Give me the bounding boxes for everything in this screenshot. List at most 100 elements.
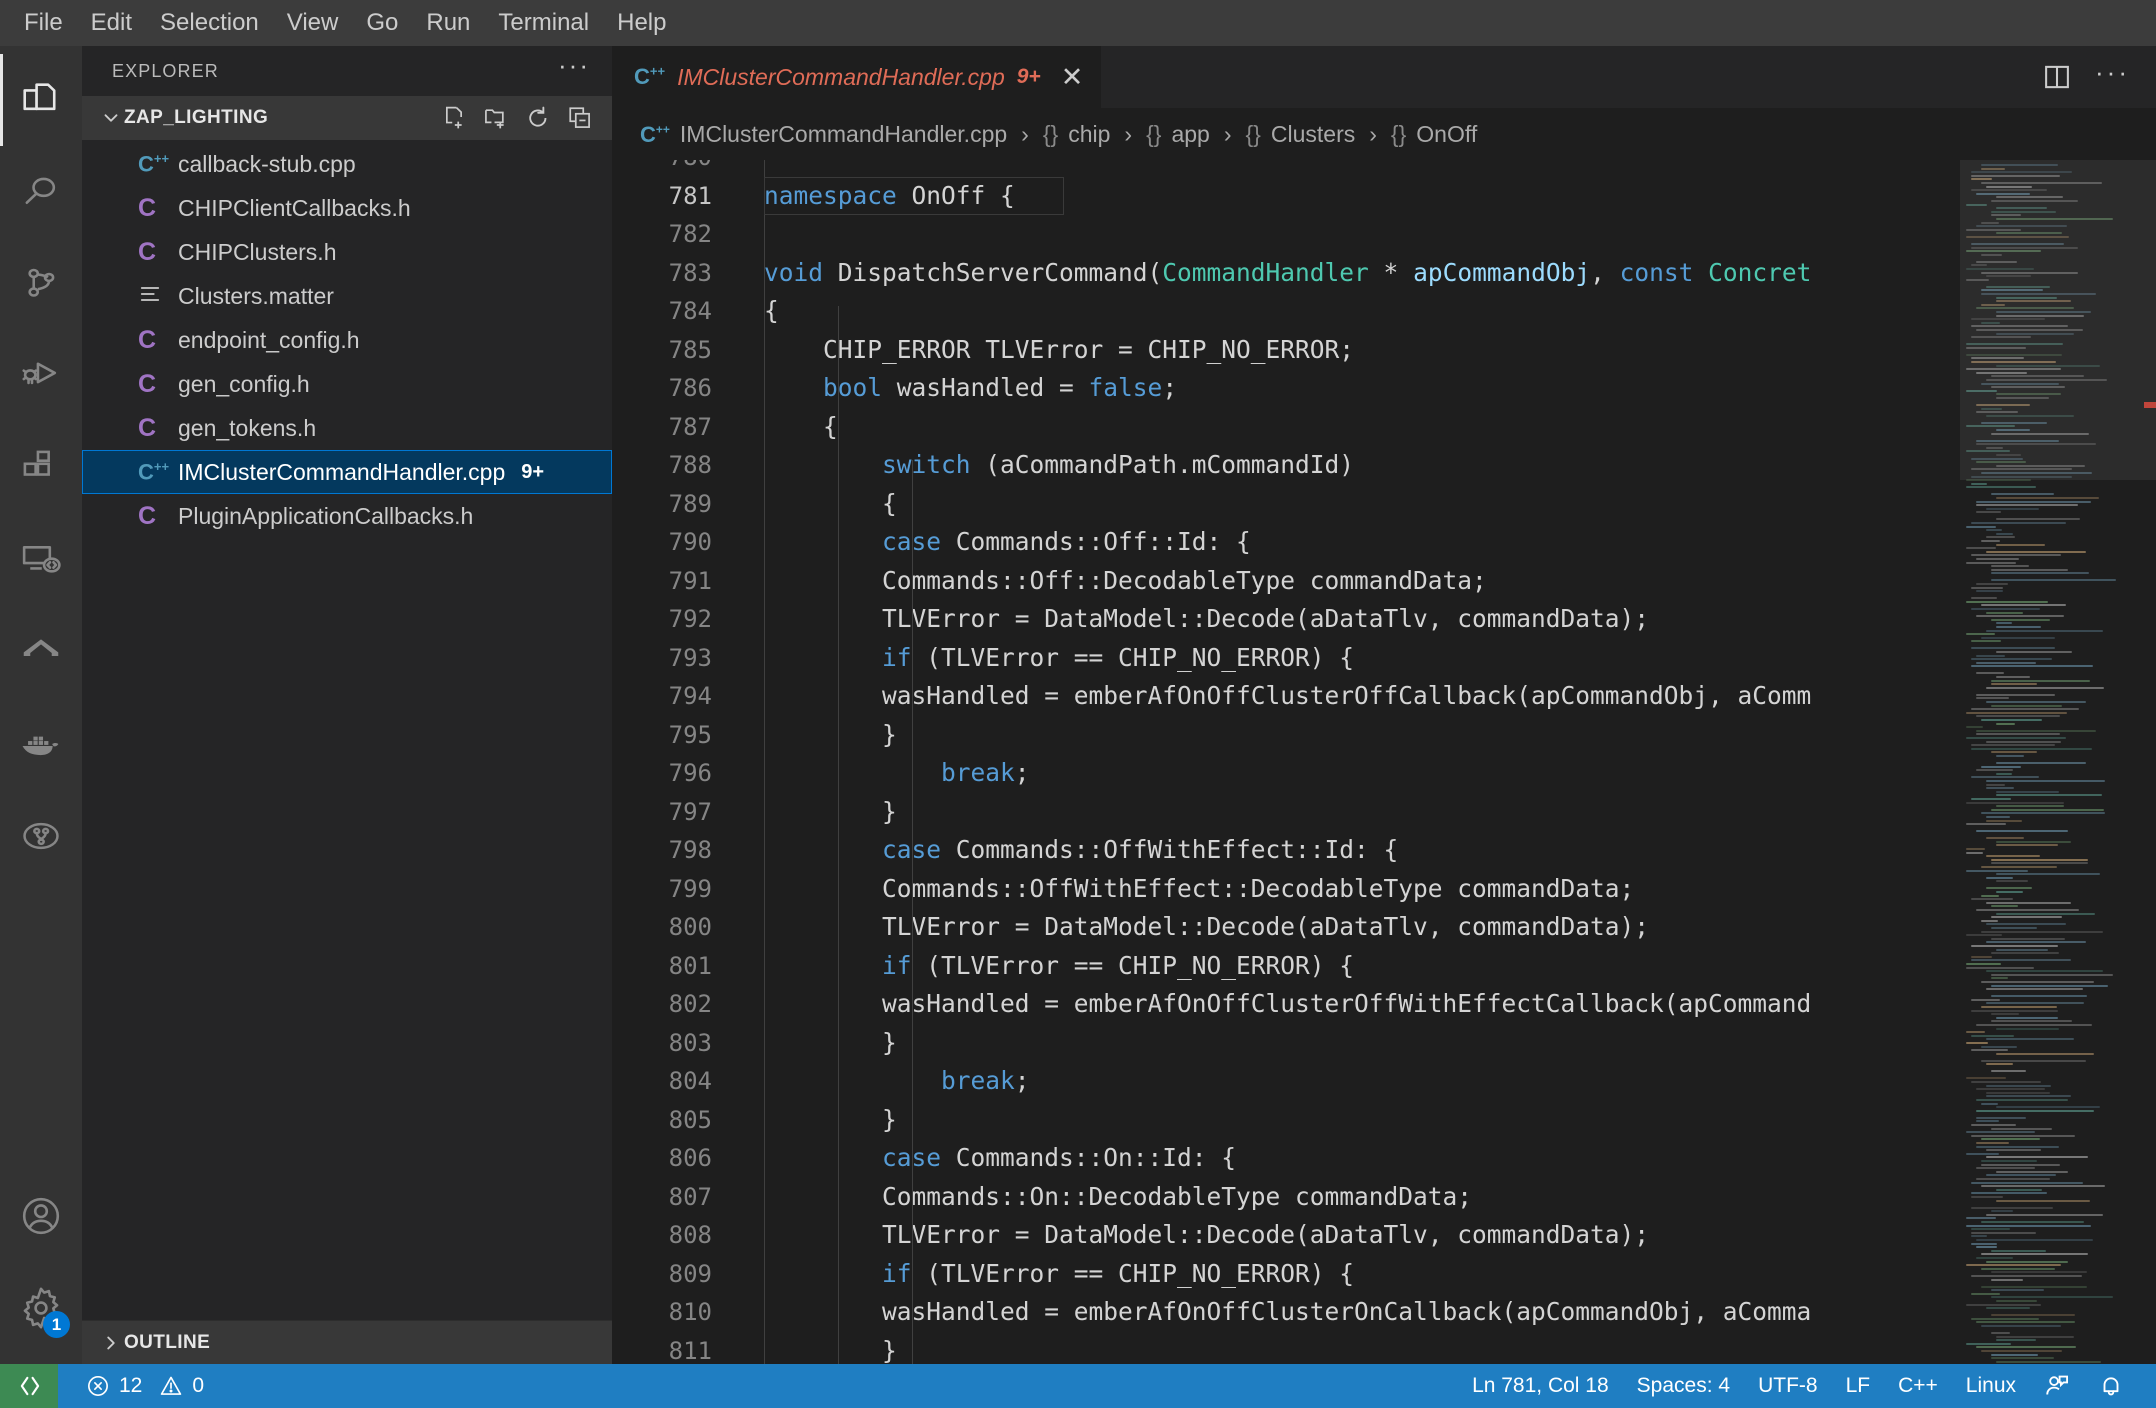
line-number: 807	[668, 1182, 712, 1211]
extensions-icon[interactable]	[0, 422, 82, 514]
git-graph-icon[interactable]	[0, 790, 82, 882]
menu-item-edit[interactable]: Edit	[77, 6, 146, 40]
code-line[interactable]: 801 if (TLVError == CHIP_NO_ERROR) {	[612, 947, 1960, 986]
code-line[interactable]: 799 Commands::OffWithEffect::DecodableTy…	[612, 870, 1960, 909]
menu-item-file[interactable]: File	[10, 6, 77, 40]
breadcrumb-item[interactable]: {} Clusters	[1246, 121, 1356, 148]
run-and-debug-icon[interactable]	[0, 330, 82, 422]
file-tree-item[interactable]: Cgen_tokens.h	[82, 406, 612, 450]
code-line[interactable]: 781 namespace OnOff {	[612, 177, 1960, 216]
remote-indicator[interactable]	[0, 1364, 58, 1408]
docker-icon[interactable]	[0, 698, 82, 790]
new-file-icon[interactable]	[436, 100, 472, 136]
minimap-line	[1981, 1006, 2057, 1008]
source-control-icon[interactable]	[0, 238, 82, 330]
more-actions-icon[interactable]: ···	[2095, 59, 2130, 89]
code-line[interactable]: 785 CHIP_ERROR TLVError = CHIP_NO_ERROR;	[612, 331, 1960, 370]
breadcrumb-item[interactable]: {} OnOff	[1391, 121, 1477, 148]
breadcrumb-item[interactable]: C++ IMClusterCommandHandler.cpp	[640, 121, 1007, 148]
code-line[interactable]: 802 wasHandled = emberAfOnOffClusterOffW…	[612, 985, 1960, 1024]
code-line[interactable]: 782	[612, 215, 1960, 254]
search-icon[interactable]	[0, 146, 82, 238]
file-tree-item[interactable]: C++ callback-stub.cpp	[82, 142, 612, 186]
code-viewport[interactable]: 780 781 namespace OnOff {782 783 void Dispat…	[612, 160, 1960, 1364]
split-editor-icon[interactable]	[2037, 57, 2077, 97]
minimap-line	[1966, 966, 2034, 969]
encoding-status[interactable]: UTF-8	[1744, 1364, 1832, 1408]
menu-item-help[interactable]: Help	[603, 6, 680, 40]
problems-status[interactable]: 12 0	[72, 1364, 218, 1408]
code-line[interactable]: 787 {	[612, 408, 1960, 447]
outline-section-header[interactable]: OUTLINE	[82, 1320, 612, 1364]
code-line[interactable]: 800 TLVError = DataModel::Decode(aDataTl…	[612, 908, 1960, 947]
close-icon[interactable]: ✕	[1061, 63, 1084, 91]
menu-item-view[interactable]: View	[273, 6, 353, 40]
home-icon[interactable]	[0, 606, 82, 698]
minimap-line	[1971, 658, 2052, 661]
code-line[interactable]: 808 TLVError = DataModel::Decode(aDataTl…	[612, 1216, 1960, 1255]
refresh-icon[interactable]	[520, 100, 556, 136]
code-line[interactable]: 804 break;	[612, 1062, 1960, 1101]
code-line[interactable]: 793 if (TLVError == CHIP_NO_ERROR) {	[612, 639, 1960, 678]
code-line[interactable]: 791 Commands::Off::DecodableType command…	[612, 562, 1960, 601]
code-line[interactable]: 810 wasHandled = emberAfOnOffClusterOnCa…	[612, 1293, 1960, 1332]
code-line[interactable]: 794 wasHandled = emberAfOnOffClusterOffC…	[612, 677, 1960, 716]
code-line[interactable]: 798 case Commands::OffWithEffect::Id: {	[612, 831, 1960, 870]
code-line[interactable]: 811 }	[612, 1332, 1960, 1365]
code-line[interactable]: 792 TLVError = DataModel::Decode(aDataTl…	[612, 600, 1960, 639]
menu-item-run[interactable]: Run	[412, 6, 484, 40]
code-line[interactable]: 803 }	[612, 1024, 1960, 1063]
minimap-line	[1971, 608, 2040, 610]
minimap-line	[1971, 554, 2061, 557]
code-line[interactable]: 809 if (TLVError == CHIP_NO_ERROR) {	[612, 1255, 1960, 1294]
code-line[interactable]: 805 }	[612, 1101, 1960, 1140]
minimap-line	[1971, 744, 2055, 747]
code-line[interactable]: 780	[612, 160, 1960, 177]
file-tree-item[interactable]: Cgen_config.h	[82, 362, 612, 406]
code-line[interactable]: 786 bool wasHandled = false;	[612, 369, 1960, 408]
code-line[interactable]: 796 break;	[612, 754, 1960, 793]
code-editor[interactable]: 780 781 namespace OnOff {782 783 void Dispat…	[612, 160, 2156, 1364]
code-line[interactable]: 806 case Commands::On::Id: {	[612, 1139, 1960, 1178]
menu-item-terminal[interactable]: Terminal	[484, 6, 603, 40]
code-line[interactable]: 789 {	[612, 485, 1960, 524]
platform-status[interactable]: Linux	[1952, 1364, 2030, 1408]
code-line[interactable]: 790 case Commands::Off::Id: {	[612, 523, 1960, 562]
code-line[interactable]: 783 void DispatchServerCommand(CommandHan…	[612, 254, 1960, 293]
eol-status[interactable]: LF	[1832, 1364, 1885, 1408]
file-tree-item[interactable]: C CHIPClientCallbacks.h	[82, 186, 612, 230]
feedback-icon[interactable]	[2030, 1364, 2084, 1408]
explorer-icon[interactable]	[0, 54, 82, 146]
code-line[interactable]: 795 }	[612, 716, 1960, 755]
sidebar-more-actions-icon[interactable]: ···	[558, 52, 590, 84]
code-line[interactable]: 784 {	[612, 292, 1960, 331]
bell-icon[interactable]	[2084, 1364, 2138, 1408]
minimap-line	[1971, 945, 2058, 947]
minimap-line	[1971, 1034, 2014, 1037]
minimap-slider[interactable]	[1960, 160, 2156, 480]
menu-item-go[interactable]: Go	[352, 6, 412, 40]
settings-gear-icon[interactable]: 1	[0, 1262, 82, 1354]
file-tree-item[interactable]: Cendpoint_config.h	[82, 318, 612, 362]
editor-tab[interactable]: C++ IMClusterCommandHandler.cpp 9+ ✕	[612, 46, 1103, 108]
code-line[interactable]: 807 Commands::On::DecodableType commandD…	[612, 1178, 1960, 1217]
minimap-line	[1986, 970, 2103, 973]
indentation-status[interactable]: Spaces: 4	[1623, 1364, 1744, 1408]
language-mode-status[interactable]: C++	[1884, 1364, 1952, 1408]
code-line[interactable]: 797 }	[612, 793, 1960, 832]
account-icon[interactable]	[0, 1170, 82, 1262]
file-tree-item[interactable]: C PluginApplicationCallbacks.h	[82, 494, 612, 538]
file-tree-item[interactable]: C CHIPClusters.h	[82, 230, 612, 274]
cursor-position-status[interactable]: Ln 781, Col 18	[1458, 1364, 1623, 1408]
new-folder-icon[interactable]	[478, 100, 514, 136]
minimap[interactable]	[1960, 160, 2156, 1364]
file-tree-item[interactable]: Clusters.matter	[82, 274, 612, 318]
file-tree-item[interactable]: C++ IMClusterCommandHandler.cpp 9+	[82, 450, 612, 494]
breadcrumb-item[interactable]: {} app	[1146, 121, 1210, 148]
code-line[interactable]: 788 switch (aCommandPath.mCommandId)	[612, 446, 1960, 485]
breadcrumb-item[interactable]: {} chip	[1043, 121, 1111, 148]
collapse-all-icon[interactable]	[562, 100, 598, 136]
menu-item-selection[interactable]: Selection	[146, 6, 273, 40]
remote-explorer-icon[interactable]	[0, 514, 82, 606]
explorer-folder-header[interactable]: ZAP_LIGHTING	[82, 96, 612, 140]
